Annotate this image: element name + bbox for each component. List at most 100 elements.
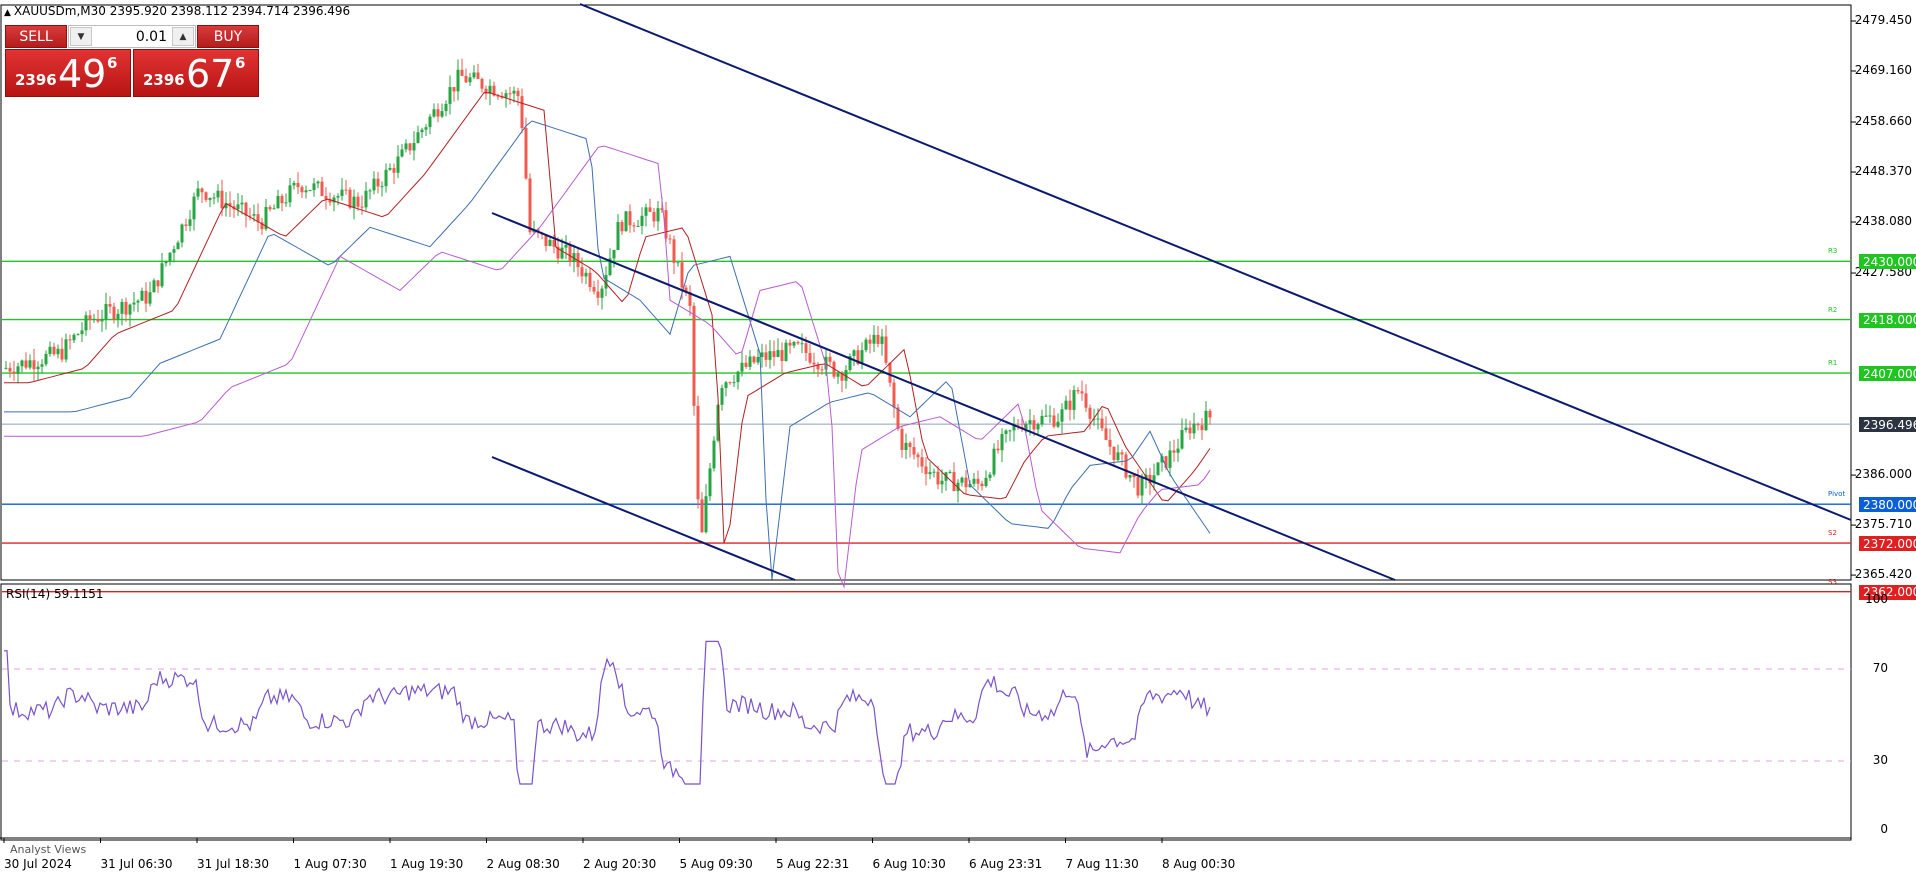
candle-body bbox=[888, 362, 892, 383]
buy-price-box[interactable]: 2396 67 6 bbox=[133, 49, 259, 97]
candle-body bbox=[800, 343, 804, 345]
candle-body bbox=[748, 356, 752, 367]
candle-body bbox=[68, 339, 72, 341]
sell-price-box[interactable]: 2396 49 6 bbox=[5, 49, 131, 97]
candle-body bbox=[196, 188, 200, 197]
candle-body bbox=[436, 109, 440, 117]
candle-body bbox=[792, 342, 796, 346]
ma-fast-line bbox=[4, 92, 1211, 544]
rsi-axis-label: 100 bbox=[1865, 592, 1888, 606]
candle-body bbox=[416, 132, 420, 143]
candle-body bbox=[596, 291, 600, 298]
candle-body bbox=[448, 87, 452, 104]
candle-body bbox=[288, 185, 292, 203]
current-price-tag: 2396.496 bbox=[1859, 417, 1916, 433]
candle-body bbox=[1052, 415, 1056, 427]
candle-body bbox=[92, 318, 96, 320]
candle-body bbox=[468, 77, 472, 83]
candle-body bbox=[40, 364, 44, 367]
level-price-tag: 2380.000 bbox=[1859, 497, 1916, 513]
candle-body bbox=[992, 448, 996, 475]
candle-body bbox=[1068, 400, 1072, 410]
candle-body bbox=[1140, 478, 1144, 496]
level-price-tag: 2430.000 bbox=[1859, 254, 1916, 270]
price-axis-label: 2386.000 bbox=[1854, 467, 1912, 482]
candle-body bbox=[384, 169, 388, 187]
candle-body bbox=[1096, 418, 1100, 420]
analyst-views-label: Analyst Views bbox=[10, 843, 87, 856]
candle-body bbox=[860, 350, 864, 364]
candle-body bbox=[156, 280, 160, 287]
candle-body bbox=[1040, 415, 1044, 425]
candle-body bbox=[872, 334, 876, 344]
candle-body bbox=[548, 239, 552, 247]
candle-body bbox=[148, 292, 152, 304]
candle-body bbox=[784, 342, 788, 361]
candle-body bbox=[656, 208, 660, 222]
candle-body bbox=[452, 87, 456, 92]
main-chart-frame bbox=[0, 4, 1852, 581]
candle-body bbox=[732, 382, 736, 384]
candle-body bbox=[140, 290, 144, 301]
candle-body bbox=[240, 202, 244, 205]
candle-body bbox=[476, 72, 480, 79]
rsi-indicator-label: RSI(14) 59.1151 bbox=[6, 587, 104, 601]
candle-body bbox=[1108, 439, 1112, 447]
candle-body bbox=[4, 367, 8, 369]
lot-decrease-icon[interactable]: ▼ bbox=[70, 27, 92, 46]
candle-body bbox=[788, 342, 792, 346]
candle-body bbox=[900, 429, 904, 451]
candle-body bbox=[120, 302, 124, 314]
lot-size-field[interactable]: ▼ 0.01 ▲ bbox=[68, 25, 196, 48]
candle-body bbox=[756, 357, 760, 363]
candle-body bbox=[312, 183, 316, 191]
candle-body bbox=[316, 181, 320, 184]
time-axis-label: 2 Aug 08:30 bbox=[486, 857, 560, 871]
candle-body bbox=[44, 353, 48, 365]
candle-body bbox=[16, 366, 20, 374]
candle-body bbox=[512, 90, 516, 94]
candle-body bbox=[1168, 450, 1172, 468]
one-click-trading-panel: SELL ▼ 0.01 ▲ BUY 2396 49 6 2396 67 6 bbox=[5, 25, 259, 97]
candle-body bbox=[836, 373, 840, 377]
time-axis-label: 31 Jul 18:30 bbox=[197, 857, 269, 871]
candle-body bbox=[420, 129, 424, 133]
candle-body bbox=[780, 350, 784, 361]
chart-window[interactable]: ▲ XAUUSDm,M30 2395.920 2398.112 2394.714 … bbox=[0, 0, 1916, 874]
candle-body bbox=[184, 224, 188, 226]
candle-body bbox=[480, 78, 484, 89]
time-axis-label: 6 Aug 10:30 bbox=[872, 857, 946, 871]
candle-body bbox=[1060, 409, 1064, 422]
candle-body bbox=[272, 208, 276, 210]
candle-body bbox=[364, 190, 368, 208]
candle-body bbox=[908, 442, 912, 448]
lot-increase-icon[interactable]: ▲ bbox=[172, 27, 194, 46]
time-axis-label: 8 Aug 00:30 bbox=[1162, 857, 1236, 871]
candle-body bbox=[504, 93, 508, 98]
lot-size-value[interactable]: 0.01 bbox=[136, 29, 167, 45]
candle-body bbox=[432, 109, 436, 117]
candle-body bbox=[876, 334, 880, 344]
level-name-tag: Pivot bbox=[1828, 490, 1846, 499]
candle-body bbox=[116, 313, 120, 320]
price-chart-canvas[interactable] bbox=[0, 0, 1916, 874]
candle-body bbox=[8, 367, 12, 372]
candle-body bbox=[612, 249, 616, 259]
candle-body bbox=[1116, 452, 1120, 461]
candle-body bbox=[1188, 427, 1192, 434]
chart-header: ▲ XAUUSDm,M30 2395.920 2398.112 2394.714 … bbox=[4, 4, 350, 18]
candle-body bbox=[76, 334, 80, 336]
candle-body bbox=[912, 447, 916, 455]
buy-price-sup: 6 bbox=[235, 54, 246, 72]
candle-body bbox=[144, 290, 148, 304]
candle-body bbox=[308, 190, 312, 192]
candle-body bbox=[212, 197, 216, 199]
sell-button[interactable]: SELL bbox=[5, 25, 67, 48]
candle-body bbox=[980, 483, 984, 487]
candle-body bbox=[1136, 477, 1140, 496]
candle-body bbox=[28, 360, 32, 368]
buy-button[interactable]: BUY bbox=[197, 25, 259, 48]
collapse-triangle-icon[interactable]: ▲ bbox=[4, 8, 11, 18]
candle-body bbox=[64, 339, 68, 360]
time-axis-label: 5 Aug 22:31 bbox=[776, 857, 850, 871]
